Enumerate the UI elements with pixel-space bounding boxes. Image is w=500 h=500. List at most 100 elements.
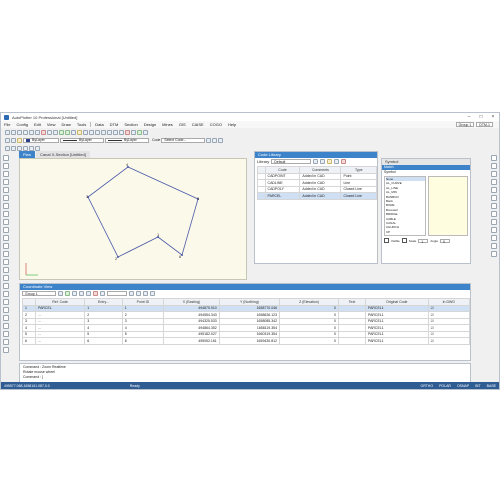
- measure-icon[interactable]: [95, 129, 100, 135]
- menu-caise[interactable]: CAISE: [192, 122, 204, 127]
- point-tool-icon[interactable]: [3, 291, 9, 297]
- code-select[interactable]: Select Code...: [161, 137, 206, 143]
- coord-find-icon[interactable]: [100, 291, 105, 296]
- dtm-select[interactable]: DTM-1: [476, 122, 493, 127]
- polyline-icon[interactable]: [113, 129, 118, 135]
- trim-tool-icon[interactable]: [3, 307, 9, 313]
- visible-checkbox[interactable]: [384, 238, 389, 243]
- coord-add-icon[interactable]: [58, 291, 63, 296]
- print-icon[interactable]: [23, 129, 28, 135]
- explode-tool-icon[interactable]: [3, 339, 9, 345]
- lineweight-select[interactable]: ByLayer: [105, 137, 149, 143]
- code-edit-icon[interactable]: [218, 137, 224, 143]
- library-delete-icon[interactable]: [341, 159, 347, 164]
- toggle-polar[interactable]: POLAR: [439, 384, 451, 388]
- coord-field-select[interactable]: [107, 291, 127, 296]
- redo-icon[interactable]: [35, 129, 40, 135]
- block-tool-icon[interactable]: [3, 243, 9, 249]
- paste-icon[interactable]: [53, 129, 58, 135]
- snap-mid-icon[interactable]: [491, 163, 497, 169]
- code-add-icon[interactable]: [212, 137, 218, 143]
- scale-checkbox[interactable]: [401, 238, 407, 243]
- snap-node-icon[interactable]: [491, 179, 497, 185]
- line-tool-icon[interactable]: [3, 163, 9, 169]
- menu-view[interactable]: View: [47, 122, 56, 127]
- toggle-bit[interactable]: BIT: [475, 384, 480, 388]
- layer-manager-icon[interactable]: [5, 137, 10, 143]
- select-icon[interactable]: [5, 145, 10, 151]
- delete-icon[interactable]: [41, 129, 46, 135]
- tab-plan[interactable]: Plan: [19, 151, 36, 158]
- angle-input[interactable]: 0: [440, 238, 450, 244]
- close-icon[interactable]: ×: [487, 114, 499, 120]
- coord-export-icon[interactable]: [86, 291, 91, 296]
- library-select[interactable]: Default: [271, 159, 312, 164]
- table-row[interactable]: 6 ... 6 6 495052.161 1659430.812 0 PARCE…: [22, 337, 471, 345]
- rectangle-tool-icon[interactable]: [3, 195, 9, 201]
- layer-icon[interactable]: [77, 129, 82, 135]
- library-open-icon[interactable]: [313, 159, 319, 164]
- menu-config[interactable]: Config: [16, 122, 28, 127]
- table-tool-icon[interactable]: [3, 267, 9, 273]
- rotate-icon[interactable]: [17, 145, 22, 151]
- toggle-ortho[interactable]: ORTHO: [420, 384, 433, 388]
- extend-tool-icon[interactable]: [3, 315, 9, 321]
- list-item[interactable]: CP: [386, 230, 425, 234]
- zoom-in-icon[interactable]: [59, 129, 64, 135]
- snap-quadrant-icon[interactable]: [491, 187, 497, 193]
- coord-zoom-icon[interactable]: [129, 291, 134, 296]
- library-folder-icon[interactable]: [327, 159, 333, 164]
- maximize-icon[interactable]: □: [475, 114, 487, 120]
- toggle-base[interactable]: BASE: [487, 384, 496, 388]
- copy-icon[interactable]: [47, 129, 52, 135]
- coord-copy-icon[interactable]: [136, 291, 141, 296]
- menu-mines[interactable]: Mines: [162, 122, 173, 127]
- snap-end-icon[interactable]: [491, 155, 497, 161]
- linetype-select[interactable]: ByLayer: [60, 137, 104, 143]
- save-icon[interactable]: [17, 129, 22, 135]
- menu-edit[interactable]: Edit: [34, 122, 41, 127]
- move-icon[interactable]: [11, 145, 16, 151]
- fillet-tool-icon[interactable]: [3, 347, 9, 353]
- image-tool-icon[interactable]: [3, 275, 9, 281]
- command-input[interactable]: Command : ]: [23, 375, 467, 380]
- menu-help[interactable]: Help: [228, 122, 236, 127]
- leader-tool-icon[interactable]: [3, 259, 9, 265]
- arc-tool-icon[interactable]: [3, 187, 9, 193]
- new-file-icon[interactable]: [5, 129, 10, 135]
- snap-intersection-icon[interactable]: [491, 195, 497, 201]
- drawing-canvas[interactable]: 4 3 2 1 6 5: [19, 158, 247, 280]
- scale-icon[interactable]: [23, 145, 28, 151]
- group-select[interactable]: Group 1: [455, 122, 475, 127]
- text-icon[interactable]: [119, 129, 124, 135]
- menu-tools[interactable]: Tools: [77, 122, 86, 127]
- scale-input[interactable]: 1: [418, 238, 429, 244]
- join-tool-icon[interactable]: [3, 331, 9, 337]
- menu-draw[interactable]: Draw: [62, 122, 71, 127]
- circle-tool-icon[interactable]: [3, 179, 9, 185]
- library-save-icon[interactable]: [320, 159, 326, 164]
- code-browse-icon[interactable]: [206, 137, 212, 143]
- menu-data[interactable]: Data: [95, 122, 103, 127]
- coord-delete-icon[interactable]: [93, 291, 98, 296]
- snap-icon[interactable]: [89, 129, 94, 135]
- snap-insertion-icon[interactable]: [491, 211, 497, 217]
- refresh-icon[interactable]: [137, 129, 142, 135]
- hatch-tool-icon[interactable]: [3, 227, 9, 233]
- in-dwg-checkbox[interactable]: ☑: [427, 337, 471, 345]
- snap-settings-icon[interactable]: [491, 251, 497, 257]
- grid-icon[interactable]: [83, 129, 88, 135]
- erase-tool-icon[interactable]: [3, 299, 9, 305]
- pan-icon[interactable]: [71, 129, 76, 135]
- snap-none-icon[interactable]: [491, 243, 497, 249]
- mirror-icon[interactable]: [29, 145, 34, 151]
- line-icon[interactable]: [107, 129, 112, 135]
- coord-sort-icon[interactable]: [72, 291, 77, 296]
- point-icon[interactable]: [101, 129, 106, 135]
- symbol-list[interactable]: None AL_CURVE AL_LINE AL_MIN BANBOO Bank…: [384, 176, 426, 236]
- dimension-tool-icon[interactable]: [3, 251, 9, 257]
- coord-settings-icon[interactable]: [150, 291, 155, 296]
- tab-canal-x-section[interactable]: Canal X-Section [Untitled]: [36, 151, 90, 158]
- spline-tool-icon[interactable]: [3, 219, 9, 225]
- break-tool-icon[interactable]: [3, 323, 9, 329]
